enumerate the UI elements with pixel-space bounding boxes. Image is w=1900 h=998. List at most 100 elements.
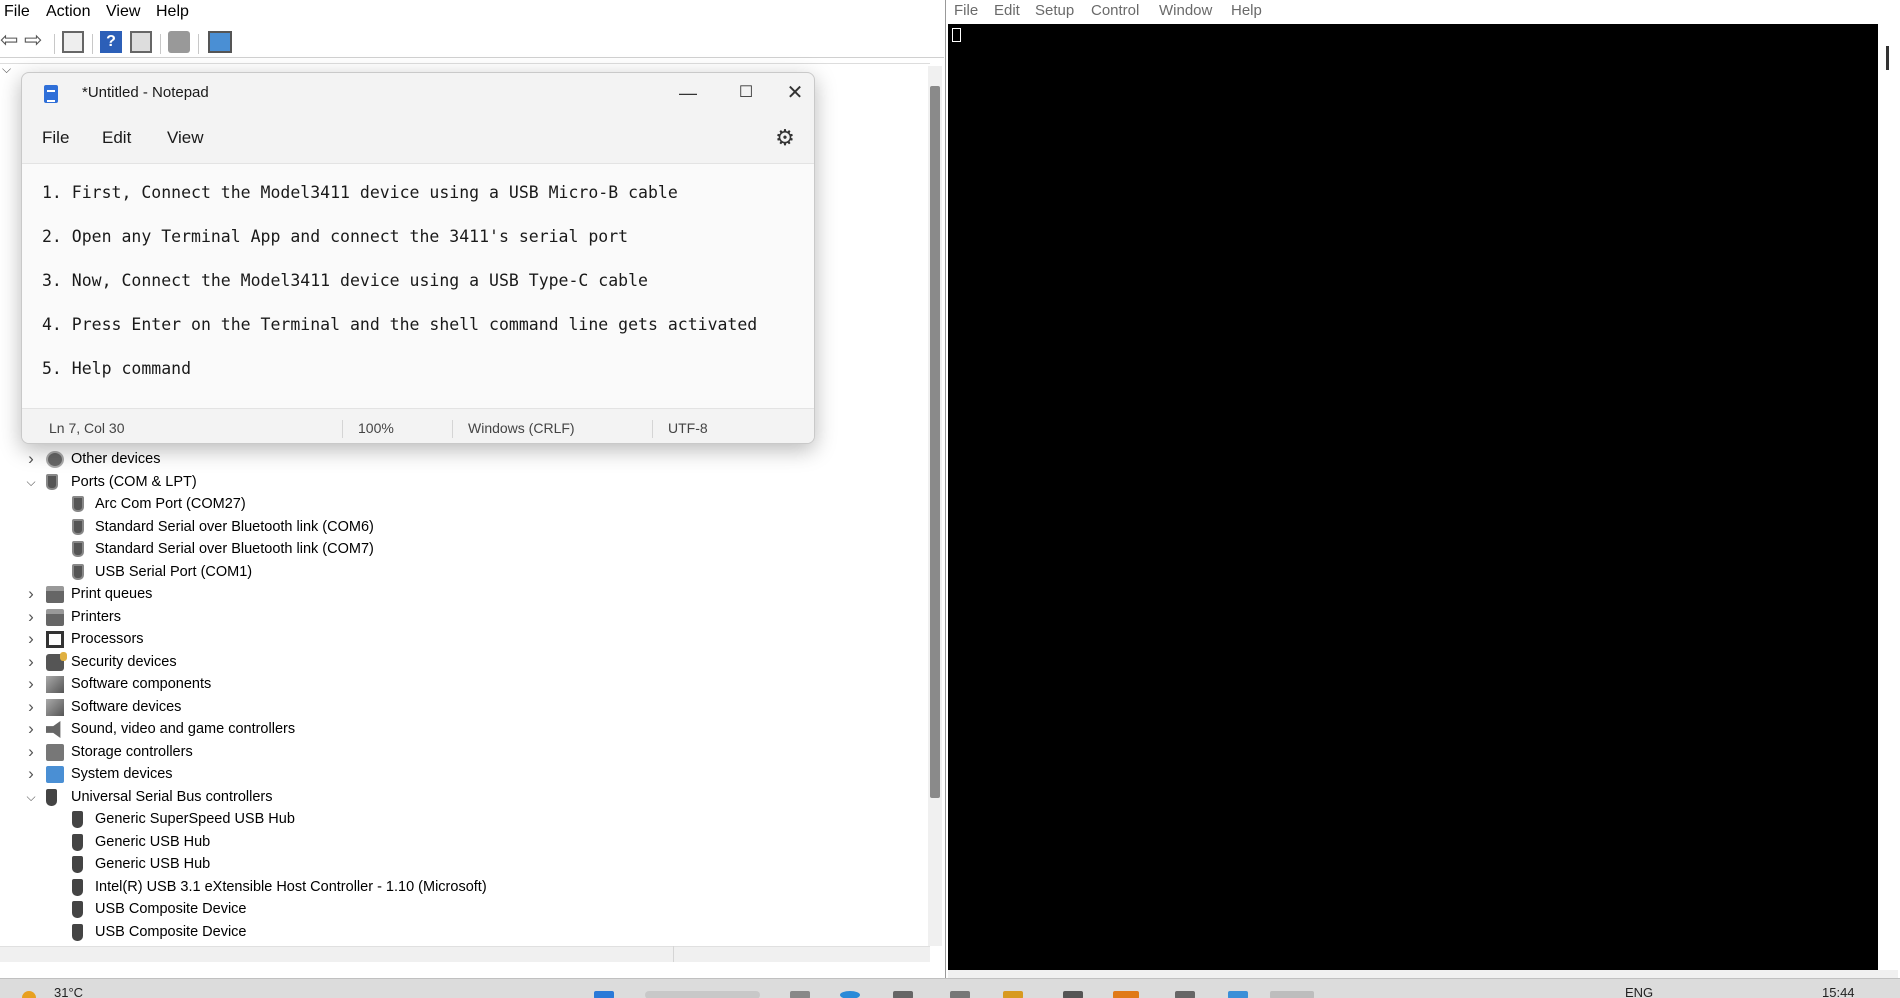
taskbar-app-icon[interactable] <box>1063 991 1083 998</box>
zoom-level: 100% <box>358 420 394 436</box>
device-label: USB Composite Device <box>95 901 247 917</box>
device-item[interactable]: Standard Serial over Bluetooth link (COM… <box>0 516 900 538</box>
help-icon[interactable]: ? <box>100 31 122 53</box>
monitor-icon[interactable] <box>208 31 232 53</box>
taskbar-app-icon[interactable] <box>1228 991 1248 998</box>
menu-help[interactable]: Help <box>156 3 189 21</box>
terminal-menu-help[interactable]: Help <box>1231 2 1262 19</box>
minimize-icon[interactable]: — <box>659 73 717 113</box>
device-category[interactable]: ⌵ Ports (COM & LPT) <box>0 471 900 493</box>
device-label: Standard Serial over Bluetooth link (COM… <box>95 541 374 557</box>
terminal-menu-file[interactable]: File <box>954 2 978 19</box>
terminal-scrollbar-thumb[interactable] <box>1886 46 1889 70</box>
taskbar-app-icon[interactable] <box>950 991 970 998</box>
notepad-titlebar[interactable]: *Untitled - Notepad — ☐ ✕ <box>22 73 814 113</box>
device-category[interactable]: › System devices <box>0 763 900 785</box>
device-label: Standard Serial over Bluetooth link (COM… <box>95 518 374 535</box>
device-category[interactable]: › Processors <box>0 628 900 650</box>
menu-action[interactable]: Action <box>46 3 90 21</box>
device-label: Print queues <box>71 586 153 602</box>
clock[interactable]: 15:44 <box>1822 985 1855 998</box>
device-category[interactable]: › Other devices <box>0 448 900 470</box>
terminal-screen[interactable] <box>948 24 1878 970</box>
close-icon[interactable]: ✕ <box>775 73 814 113</box>
notepad-menu-edit[interactable]: Edit <box>102 128 131 148</box>
notepad-menu-file[interactable]: File <box>42 128 69 148</box>
device-category[interactable]: › Print queues <box>0 583 900 605</box>
chevron-right-icon[interactable]: › <box>24 718 38 740</box>
status-separator <box>652 420 653 438</box>
device-item[interactable]: Generic USB Hub <box>0 853 900 875</box>
software-icon <box>46 698 64 716</box>
device-item[interactable]: USB Serial Port (COM1) <box>0 561 900 583</box>
start-icon[interactable] <box>594 991 614 998</box>
menu-view[interactable]: View <box>106 3 140 21</box>
terminal-menu-window[interactable]: Window <box>1159 2 1212 19</box>
device-item[interactable]: USB Composite Device <box>0 898 900 920</box>
folder-icon[interactable] <box>1003 991 1023 998</box>
device-category[interactable]: › Software devices <box>0 696 900 718</box>
taskbar-app-icon[interactable] <box>1175 991 1195 998</box>
device-label: USB Composite Device <box>95 923 247 940</box>
taskbar-app-icon[interactable] <box>840 991 860 998</box>
chevron-down-icon[interactable]: ⌵ <box>24 471 38 493</box>
taskbar-app-icon[interactable] <box>790 991 810 998</box>
port-icon <box>72 518 84 535</box>
encoding: UTF-8 <box>668 420 708 436</box>
scan-hardware-icon[interactable] <box>168 31 190 53</box>
chevron-right-icon[interactable]: › <box>24 673 38 695</box>
chevron-right-icon[interactable]: › <box>24 763 38 785</box>
taskbar-app-icon[interactable] <box>1270 991 1314 998</box>
device-category[interactable]: ⌵ Universal Serial Bus controllers <box>0 786 900 808</box>
terminal-menu-setup[interactable]: Setup <box>1035 2 1074 19</box>
device-label: Other devices <box>71 451 161 467</box>
scrollbar-thumb[interactable] <box>930 86 940 798</box>
chevron-right-icon[interactable]: › <box>24 741 38 763</box>
usb-icon <box>72 856 83 873</box>
menu-file[interactable]: File <box>4 3 30 21</box>
device-category[interactable]: › Sound, video and game controllers <box>0 718 900 740</box>
terminal-scrollbar[interactable] <box>1878 24 1898 970</box>
device-category[interactable]: › Storage controllers <box>0 741 900 763</box>
language-indicator[interactable]: ENG <box>1625 985 1653 998</box>
device-category[interactable]: › Security devices <box>0 651 900 673</box>
taskbar-app-icon[interactable] <box>893 991 913 998</box>
back-arrow-icon[interactable]: ⇦ <box>0 29 22 52</box>
chevron-right-icon[interactable]: › <box>24 583 38 605</box>
maximize-icon[interactable]: ☐ <box>717 73 775 113</box>
chevron-down-icon[interactable]: ⌵ <box>24 786 38 808</box>
forward-arrow-icon[interactable]: ⇨ <box>24 29 46 52</box>
chevron-right-icon[interactable]: › <box>24 628 38 650</box>
notepad-menu-view[interactable]: View <box>167 128 204 148</box>
chevron-right-icon[interactable]: › <box>24 606 38 628</box>
device-item[interactable]: Generic SuperSpeed USB Hub <box>0 808 900 830</box>
device-category[interactable]: › Software components <box>0 673 900 695</box>
device-item[interactable]: Generic USB Hub <box>0 831 900 853</box>
device-label: Generic SuperSpeed USB Hub <box>95 811 295 827</box>
chevron-right-icon[interactable]: › <box>24 448 38 470</box>
notepad-text-area[interactable]: 1. First, Connect the Model3411 device u… <box>22 163 814 408</box>
toolbar-separator <box>92 34 93 54</box>
toolbar-separator <box>160 34 161 54</box>
terminal-cursor <box>952 28 961 42</box>
chevron-down-icon[interactable]: ⌵ <box>2 62 11 77</box>
gear-icon[interactable]: ⚙ <box>772 125 798 151</box>
device-item[interactable]: Intel(R) USB 3.1 eXtensible Host Control… <box>0 876 900 898</box>
search-box[interactable] <box>645 991 760 998</box>
usb-icon <box>72 878 83 896</box>
weather-icon[interactable] <box>22 991 36 998</box>
weather-temperature[interactable]: 31°C <box>54 985 83 998</box>
chevron-right-icon[interactable]: › <box>24 696 38 718</box>
text-line: 4. Press Enter on the Terminal and the s… <box>42 315 758 334</box>
terminal-menu-edit[interactable]: Edit <box>994 2 1020 19</box>
device-item[interactable]: Standard Serial over Bluetooth link (COM… <box>0 538 900 560</box>
terminal-menu-control[interactable]: Control <box>1091 2 1139 19</box>
port-icon <box>72 541 84 557</box>
device-category[interactable]: › Printers <box>0 606 900 628</box>
properties-icon[interactable] <box>130 31 152 53</box>
show-hide-tree-icon[interactable] <box>62 31 84 53</box>
device-item[interactable]: USB Composite Device <box>0 921 900 943</box>
taskbar-app-icon[interactable] <box>1113 991 1139 998</box>
device-item[interactable]: Arc Com Port (COM27) <box>0 493 900 515</box>
chevron-right-icon[interactable]: › <box>24 651 38 673</box>
